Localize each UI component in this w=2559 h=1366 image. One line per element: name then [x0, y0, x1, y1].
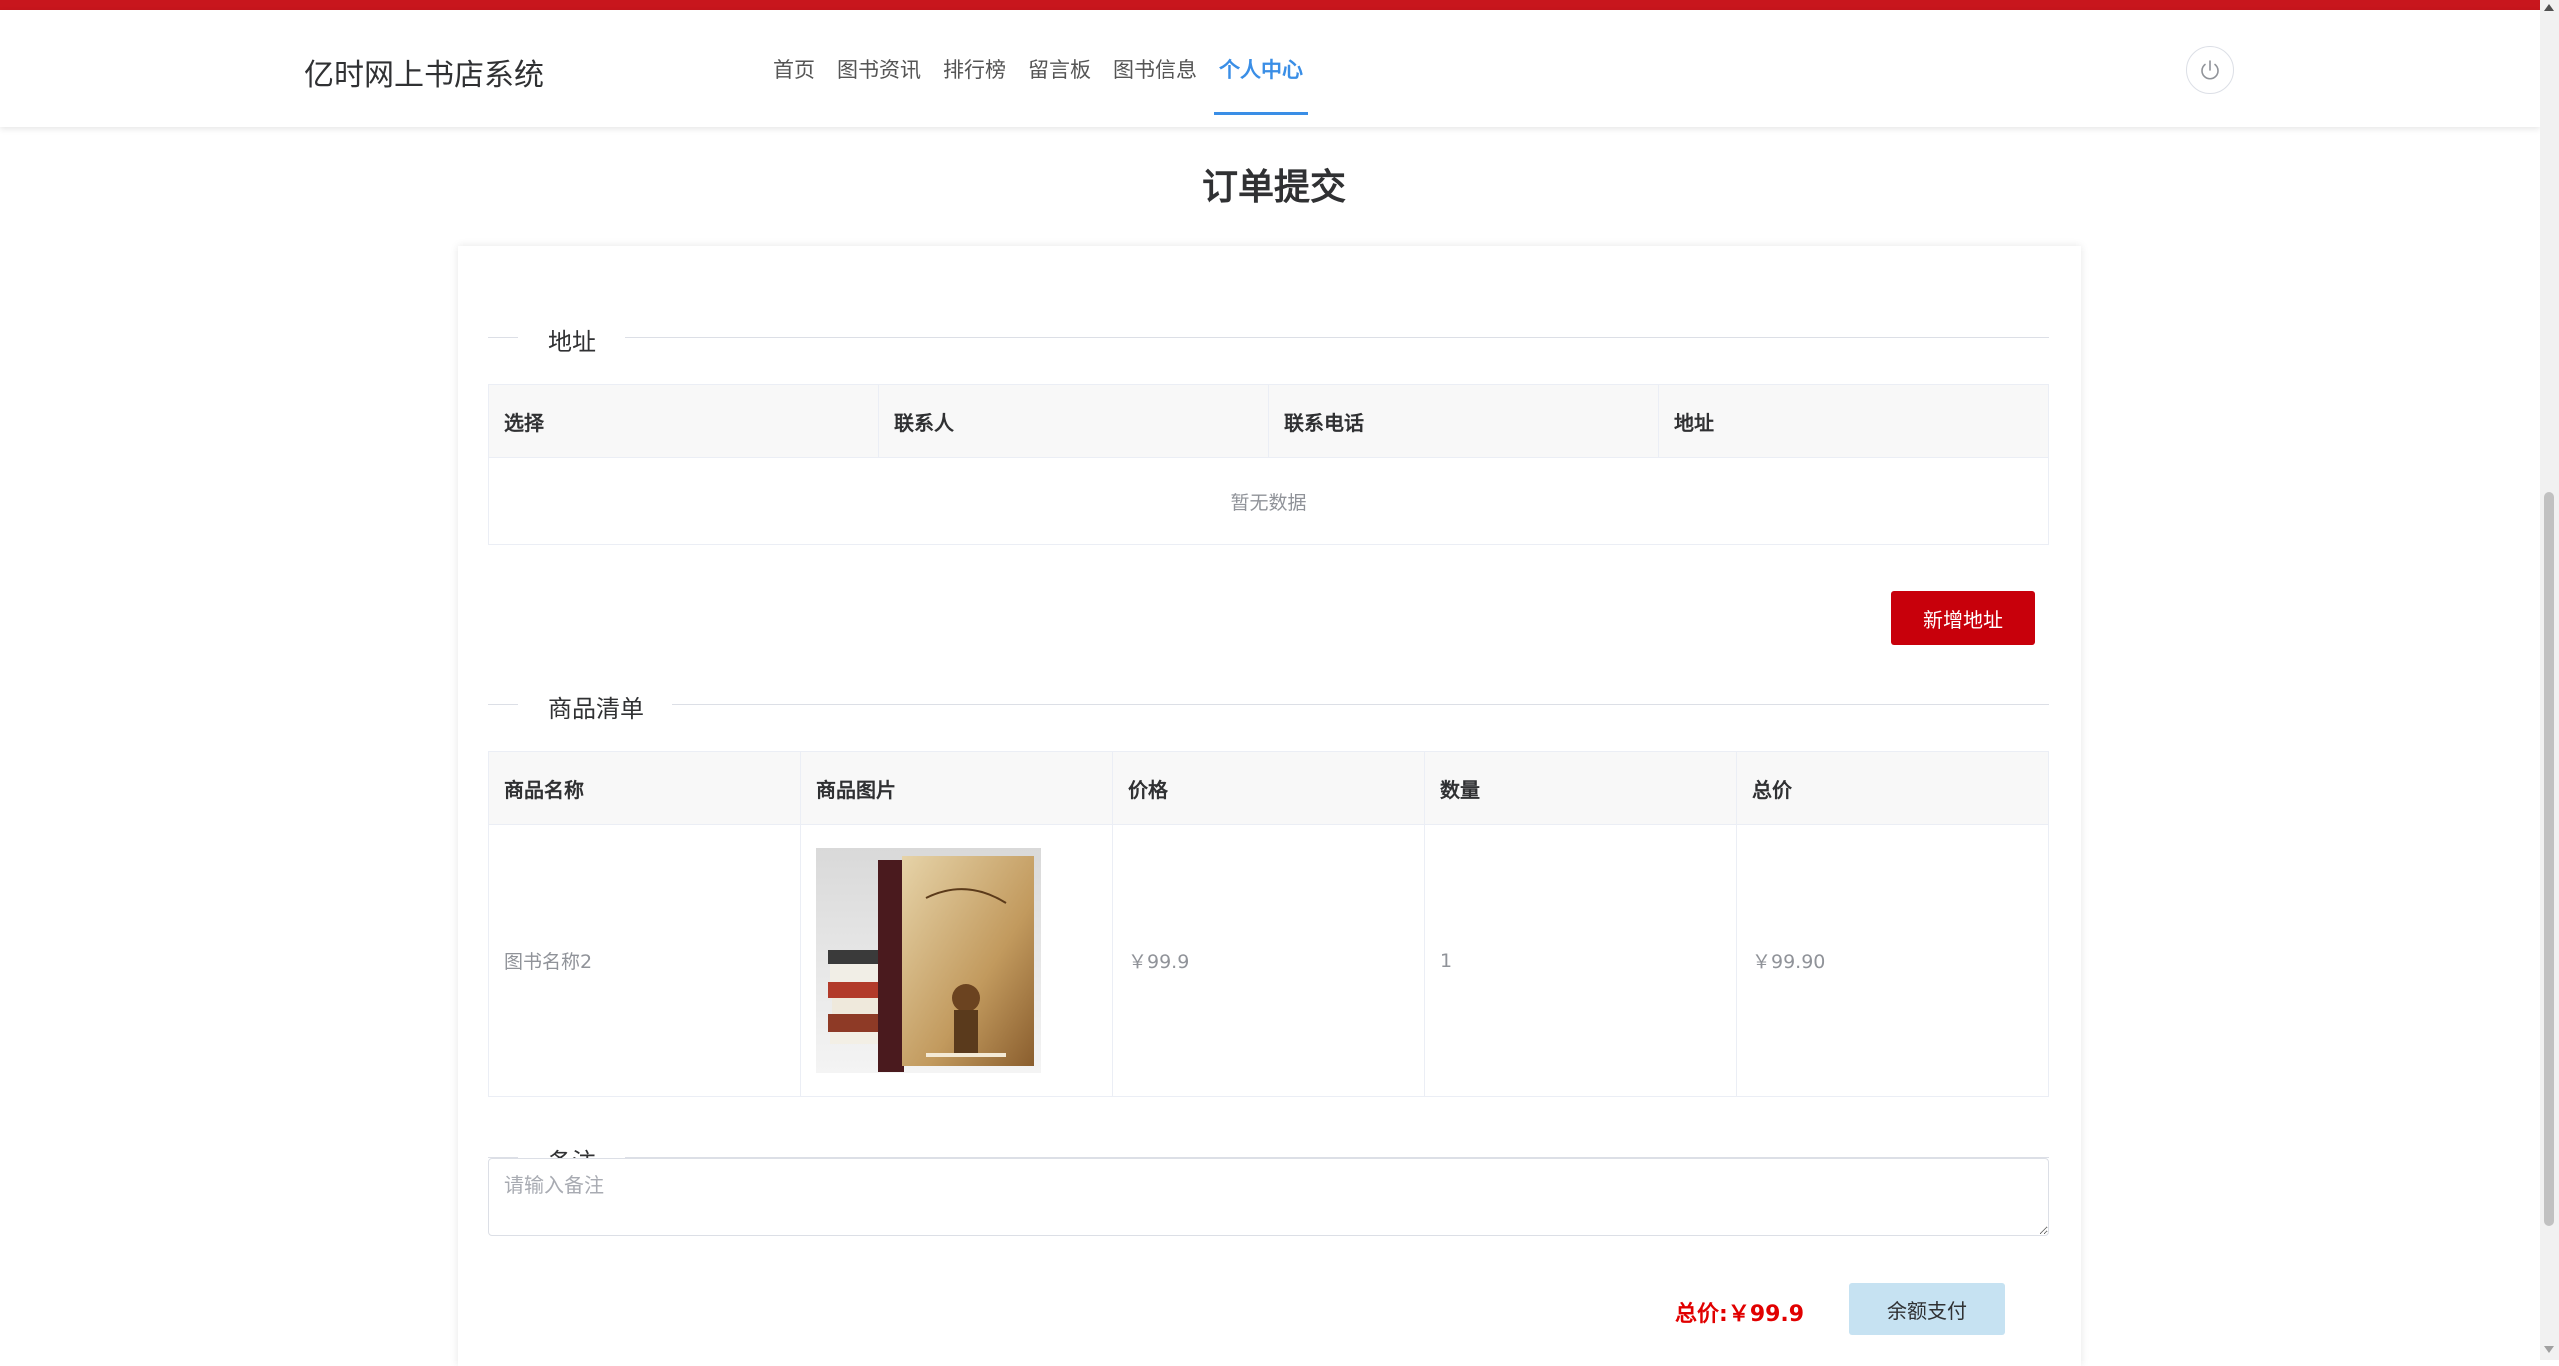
goods-divider-left	[488, 704, 518, 705]
column-header-product-image: 商品图片	[800, 751, 1113, 825]
column-header-address: 地址	[1658, 384, 2049, 458]
total-price-label: 总价:	[1675, 1302, 1728, 1327]
column-header-price: 价格	[1112, 751, 1425, 825]
add-address-button[interactable]: 新增地址	[1891, 591, 2035, 645]
product-subtotal: ￥99.90	[1736, 824, 2049, 1097]
nav-item-ranking[interactable]: 排行榜	[932, 10, 1017, 127]
goods-divider-right	[672, 704, 2049, 705]
nav-item-home[interactable]: 首页	[762, 10, 826, 127]
nav-item-message-board[interactable]: 留言板	[1017, 10, 1102, 127]
address-divider-left	[488, 337, 518, 338]
address-table: 选择 联系人 联系电话 地址 暂无数据	[488, 384, 2049, 545]
remark-input[interactable]	[488, 1158, 2049, 1236]
top-accent-bar	[0, 0, 2559, 10]
column-header-phone: 联系电话	[1268, 384, 1659, 458]
column-header-quantity: 数量	[1424, 751, 1737, 825]
scroll-up-arrow-icon[interactable]	[2544, 4, 2554, 11]
total-price-value: ￥99.9	[1727, 1302, 1805, 1327]
nav-item-book-info[interactable]: 图书信息	[1102, 10, 1208, 127]
goods-table: 商品名称 商品图片 价格 数量 总价 图书名称2 ￥99.9 1 ￥99.90	[488, 751, 2049, 1097]
scroll-down-arrow-icon[interactable]	[2544, 1346, 2554, 1353]
empty-data-text: 暂无数据	[488, 457, 2049, 545]
column-header-select: 选择	[488, 384, 879, 458]
total-price: 总价:￥99.9	[1675, 1296, 1804, 1328]
logout-button[interactable]	[2186, 46, 2234, 94]
header: 亿时网上书店系统 首页 图书资讯 排行榜 留言板 图书信息 个人中心	[0, 10, 2540, 127]
main-nav: 首页 图书资讯 排行榜 留言板 图书信息 个人中心	[762, 10, 1314, 127]
balance-pay-button[interactable]: 余额支付	[1849, 1283, 2005, 1335]
product-name: 图书名称2	[488, 824, 801, 1097]
product-quantity: 1	[1424, 824, 1737, 1097]
goods-section-title: 商品清单	[548, 695, 644, 723]
scroll-thumb[interactable]	[2544, 492, 2554, 1226]
power-icon	[2201, 60, 2219, 80]
column-header-product-name: 商品名称	[488, 751, 801, 825]
table-row: 图书名称2 ￥99.9 1 ￥99.90	[488, 824, 2049, 1097]
book-cover-image	[816, 848, 1041, 1073]
page-scrollbar[interactable]	[2540, 0, 2559, 1360]
address-section-title: 地址	[548, 328, 596, 356]
address-divider-right	[625, 337, 2049, 338]
site-logo: 亿时网上书店系统	[304, 58, 544, 93]
nav-item-personal-center[interactable]: 个人中心	[1208, 10, 1314, 127]
product-price: ￥99.9	[1112, 824, 1425, 1097]
page-title: 订单提交	[1201, 167, 1346, 208]
column-header-contact: 联系人	[878, 384, 1269, 458]
product-image-cell	[800, 824, 1113, 1097]
column-header-subtotal: 总价	[1736, 751, 2049, 825]
nav-item-book-news[interactable]: 图书资讯	[826, 10, 932, 127]
